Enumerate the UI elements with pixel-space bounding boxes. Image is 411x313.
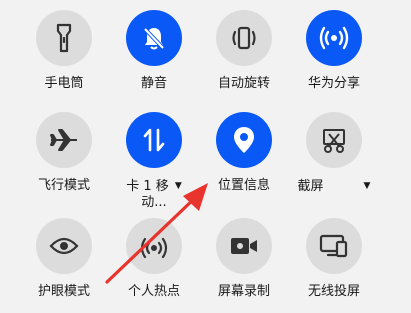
wireless-projection-label: 无线投屏 [307, 284, 360, 299]
mobile-data-label-line2: 动... [141, 195, 167, 210]
huawei-share-button[interactable] [306, 10, 362, 66]
mobile-data-dropdown-caret[interactable]: ▼ [175, 178, 182, 194]
tile-huawei-share[interactable]: 华为分享 [284, 10, 384, 110]
flashlight-button[interactable] [36, 10, 92, 66]
screenshot-label: 截屏 ▼ [284, 178, 384, 195]
video-camera-icon [231, 238, 257, 254]
bell-off-icon [143, 27, 165, 50]
airplane-button[interactable] [36, 112, 92, 168]
mobile-data-label: 卡 1 移 ▼ 动... [104, 178, 204, 211]
tile-eye-comfort[interactable]: 护眼模式 [14, 218, 114, 313]
tile-airplane[interactable]: 飞行模式 [14, 112, 114, 212]
screenshot-dropdown-caret[interactable]: ▼ [364, 178, 371, 194]
flashlight-label: 手电筒 [44, 76, 84, 91]
mobile-data-icon [143, 128, 165, 152]
auto-rotate-label: 自动旋转 [217, 76, 270, 91]
screen-record-label: 屏幕录制 [217, 284, 270, 299]
flashlight-icon [56, 23, 72, 53]
tile-hotspot[interactable]: 个人热点 [104, 218, 204, 313]
tile-flashlight[interactable]: 手电筒 [14, 10, 114, 110]
share-wave-icon [319, 26, 349, 50]
tile-screen-record[interactable]: 屏幕录制 [194, 218, 294, 313]
tile-mobile-data[interactable]: 卡 1 移 ▼ 动... [104, 112, 204, 212]
eye-icon [49, 237, 79, 255]
hotspot-label: 个人热点 [127, 284, 180, 299]
cast-icon [319, 234, 348, 258]
eye-comfort-label: 护眼模式 [37, 284, 90, 299]
tile-location[interactable]: 位置信息 [194, 112, 294, 212]
eye-comfort-button[interactable] [36, 218, 92, 274]
location-pin-icon [234, 127, 254, 153]
mobile-data-button[interactable] [126, 112, 182, 168]
location-button[interactable] [216, 112, 272, 168]
airplane-icon [50, 129, 77, 151]
mute-button[interactable] [126, 10, 182, 66]
screenshot-label-text: 截屏 [297, 179, 324, 194]
tile-auto-rotate[interactable]: 自动旋转 [194, 10, 294, 110]
wireless-projection-button[interactable] [306, 218, 362, 274]
huawei-share-label: 华为分享 [307, 76, 360, 91]
mute-label: 静音 [140, 76, 167, 91]
airplane-label: 飞行模式 [37, 178, 90, 193]
tile-wireless-projection[interactable]: 无线投屏 [284, 218, 384, 313]
auto-rotate-button[interactable] [216, 10, 272, 66]
mobile-data-label-line1: 卡 1 移 [126, 179, 169, 194]
scissors-icon [323, 129, 345, 153]
tile-mute[interactable]: 静音 [104, 10, 204, 110]
location-label: 位置信息 [217, 178, 270, 193]
rotate-icon [232, 26, 256, 50]
tile-screenshot[interactable]: 截屏 ▼ [284, 112, 384, 212]
hotspot-button[interactable] [126, 218, 182, 274]
screen-record-button[interactable] [216, 218, 272, 274]
quick-settings-panel: 手电筒 静音 自动旋转 华为分享 飞行模式 卡 1 移 ▼ 动... 位置信息 … [0, 0, 411, 313]
screenshot-button[interactable] [306, 112, 362, 168]
hotspot-icon [140, 237, 168, 259]
